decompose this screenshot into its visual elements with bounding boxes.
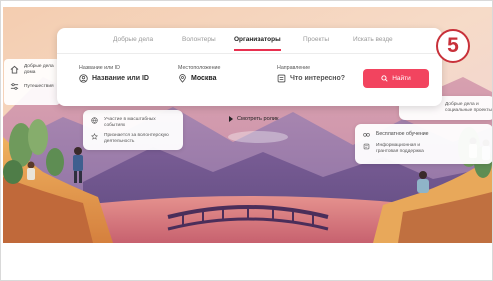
tab-organizers[interactable]: Организаторы bbox=[234, 36, 281, 51]
left-panel-item-label: Путешествия bbox=[24, 83, 54, 89]
doc-icon bbox=[363, 143, 370, 150]
search-card: Добрые дела Волонтеры Организаторы Проек… bbox=[57, 28, 442, 106]
tab-search-everywhere[interactable]: Искать везде bbox=[353, 36, 393, 43]
left-panel-item-label: Добрые дела дома bbox=[24, 64, 54, 75]
search-icon bbox=[381, 75, 388, 82]
watch-video-label: Смотреть ролик bbox=[237, 116, 279, 122]
name-field-text: Название или ID bbox=[92, 75, 149, 82]
home-icon bbox=[10, 65, 19, 74]
tab-projects[interactable]: Проекты bbox=[303, 36, 329, 43]
step-number-badge: 5 bbox=[436, 29, 470, 63]
globe-icon bbox=[91, 117, 98, 124]
direction-field[interactable]: Направление Что интересно? bbox=[277, 65, 345, 83]
list-icon bbox=[277, 74, 286, 83]
watch-video-link[interactable]: Смотреть ролик bbox=[229, 116, 278, 122]
glasses-icon bbox=[363, 133, 370, 137]
left-panel-item[interactable]: Путешествия bbox=[10, 82, 54, 91]
name-field-value: Название или ID bbox=[79, 74, 149, 83]
location-field-text: Москва bbox=[191, 75, 217, 82]
info-item-label: Бесплатное обучение bbox=[376, 131, 429, 137]
direction-field-text: Что интересно? bbox=[290, 75, 346, 82]
name-field-label: Название или ID bbox=[79, 65, 120, 71]
name-field[interactable]: Название или ID Название или ID bbox=[79, 65, 149, 83]
left-panel-item[interactable]: Добрые дела дома bbox=[10, 64, 54, 75]
tab-good-deeds[interactable]: Добрые дела bbox=[113, 36, 153, 43]
info-item: Информационная и грантовая поддержка bbox=[363, 143, 433, 155]
info-card-left: Участие в масштабных событиях Признается… bbox=[83, 110, 183, 150]
left-side-panel: Добрые дела дома Путешествия bbox=[4, 59, 60, 105]
map-pin-icon bbox=[179, 74, 186, 83]
search-tabs: Добрые дела Волонтеры Организаторы Проек… bbox=[57, 28, 442, 54]
find-button-label: Найти bbox=[392, 75, 411, 82]
info-item-label: Признается за волонтерскую деятельность bbox=[104, 133, 169, 144]
info-item: Добрые дела и социальные проекты bbox=[445, 102, 493, 114]
info-item-label: Участие в масштабных событиях bbox=[104, 117, 156, 128]
play-icon bbox=[229, 116, 233, 122]
sliders-icon bbox=[10, 83, 19, 90]
info-item: Бесплатное обучение bbox=[363, 131, 483, 138]
location-field-value: Москва bbox=[178, 74, 220, 83]
browser-frame: Добрые дела дома Путешествия Участие в м… bbox=[0, 0, 493, 281]
location-field-label: Местоположение bbox=[178, 65, 221, 71]
info-item: Признается за волонтерскую деятельность bbox=[91, 133, 177, 145]
find-button[interactable]: Найти bbox=[363, 69, 429, 88]
info-card-right: Бесплатное обучение Информационная и гра… bbox=[355, 124, 492, 164]
star-icon bbox=[91, 133, 98, 140]
tab-volunteers[interactable]: Волонтеры bbox=[182, 36, 216, 43]
direction-field-label: Направление bbox=[277, 65, 311, 71]
direction-field-value: Что интересно? bbox=[277, 74, 345, 83]
page-bottom-area bbox=[1, 243, 492, 280]
location-field[interactable]: Местоположение Москва bbox=[178, 65, 220, 83]
info-item-label: Добрые дела и социальные проекты bbox=[445, 102, 493, 113]
user-circle-icon bbox=[79, 74, 88, 83]
info-item: Участие в масштабных событиях bbox=[91, 117, 177, 129]
info-item-label: Информационная и грантовая поддержка bbox=[376, 143, 424, 154]
